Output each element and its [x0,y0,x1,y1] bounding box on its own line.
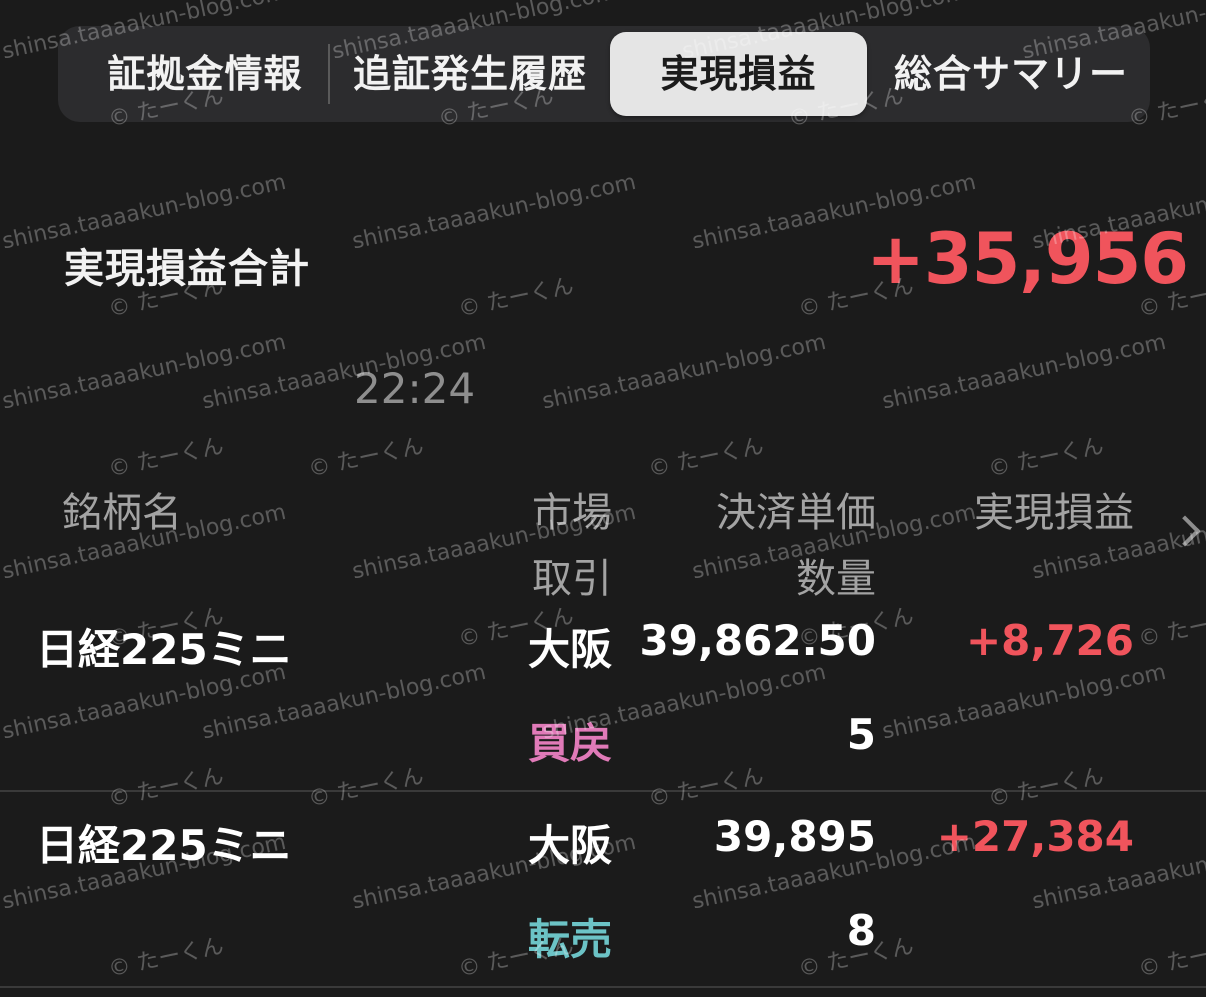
tab-overall-summary[interactable]: 総合サマリー [880,32,1142,116]
column-header-pnl: 実現損益 [974,490,1134,536]
row-pnl: +8,726 [965,616,1134,665]
total-realized-pnl-label: 実現損益合計 [64,246,310,292]
row-qty: 5 [846,710,876,759]
watermark-author: © たーくん [106,433,226,483]
update-time: 22:24 [354,364,476,413]
row-trade: 転売 [528,915,613,964]
total-realized-pnl-value: +35,956 [866,218,1189,300]
row-qty: 8 [846,906,876,955]
watermark-text: shinsa.taaaakun-blog.com [350,169,639,255]
row-price: 39,862.50 [639,616,876,665]
tab-margin-info[interactable]: 証拠金情報 [76,32,334,116]
watermark-author: © たーくん [456,273,576,323]
row-name: 日経225ミニ [36,625,292,674]
column-header-market: 市場 [532,490,612,536]
tab-margin-call-history[interactable]: 追証発生履歴 [336,32,604,116]
row-market: 大阪 [528,625,613,674]
row-pnl: +27,384 [936,812,1134,861]
column-header-price: 決済単価 [716,490,876,536]
watermark-text: shinsa.taaaakun-blog.com [880,329,1169,415]
chevron-right-icon[interactable] [1169,515,1201,547]
table-row[interactable]: 日経225ミニ 大阪 39,862.50 +8,726 買戻 5 [0,596,1206,792]
row-name: 日経225ミニ [36,821,292,870]
row-trade: 買戻 [528,719,613,768]
table-row[interactable]: 日経225ミニ 大阪 39,895 +27,384 転売 8 [0,792,1206,988]
row-price: 39,895 [713,812,876,861]
watermark-text: shinsa.taaaakun-blog.com [540,329,829,415]
tab-bar: 証拠金情報 追証発生履歴 実現損益 総合サマリー [58,26,1150,122]
watermark-text: shinsa.taaaakun-blog.com [0,329,289,415]
watermark-author: © たーくん [646,433,766,483]
tab-divider [328,44,330,104]
watermark-author: © たーくん [986,433,1106,483]
row-market: 大阪 [528,821,613,870]
tab-realized-pnl[interactable]: 実現損益 [610,32,867,116]
column-header-name: 銘柄名 [62,490,182,536]
row-divider [0,986,1206,988]
watermark-author: © たーくん [306,433,426,483]
